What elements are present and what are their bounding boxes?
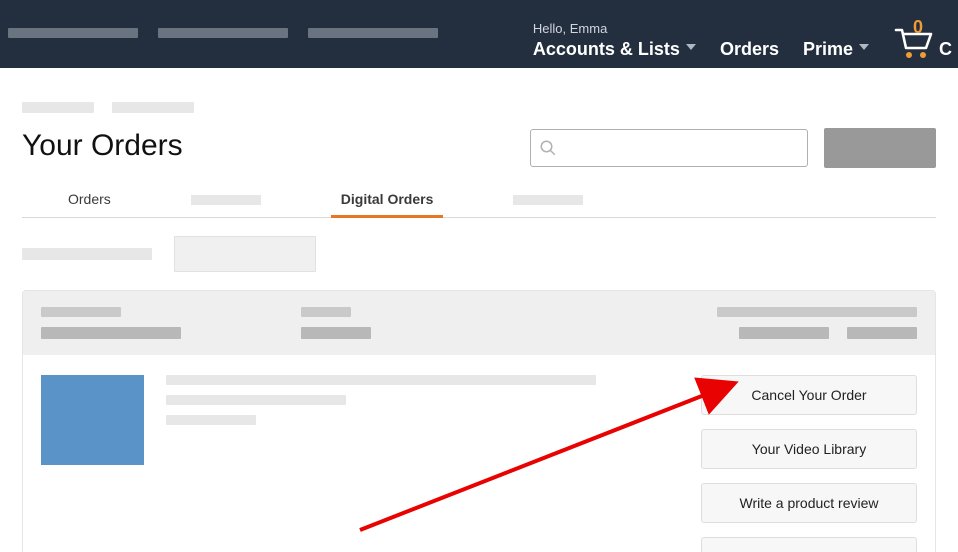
chevron-down-icon	[686, 44, 696, 50]
nav-accounts-label: Accounts & Lists	[533, 38, 680, 61]
orders-search-button[interactable]	[824, 128, 936, 168]
tab-placeholder[interactable]	[187, 183, 265, 217]
cart-label: C	[939, 39, 952, 60]
archive-order-button[interactable]: Archive order	[701, 537, 917, 552]
page-title: Your Orders	[22, 129, 183, 163]
tab-digital-orders[interactable]: Digital Orders	[337, 183, 438, 217]
filter-row	[22, 236, 936, 272]
order-card-body: Cancel Your Order Your Video Library Wri…	[23, 355, 935, 552]
nav-cart[interactable]: 0 C	[893, 24, 958, 60]
write-review-button[interactable]: Write a product review	[701, 483, 917, 523]
tab-placeholder[interactable]	[509, 183, 587, 217]
filter-dropdown[interactable]	[174, 236, 316, 272]
video-library-button[interactable]: Your Video Library	[701, 429, 917, 469]
nav-greeting: Hello, Emma	[533, 21, 696, 37]
nav-accounts-lists[interactable]: Hello, Emma Accounts & Lists	[533, 21, 696, 60]
nav-prime-label: Prime	[803, 38, 853, 61]
order-actions: Cancel Your Order Your Video Library Wri…	[701, 375, 917, 552]
order-header-col	[301, 307, 371, 339]
breadcrumb-placeholder	[112, 102, 194, 113]
top-navbar: Hello, Emma Accounts & Lists Orders Prim…	[0, 0, 958, 68]
product-info	[166, 375, 679, 552]
nav-placeholder	[8, 28, 138, 38]
nav-prime[interactable]: Prime	[803, 38, 869, 61]
nav-orders[interactable]: Orders	[720, 38, 779, 61]
chevron-down-icon	[859, 44, 869, 50]
cancel-order-button[interactable]: Cancel Your Order	[701, 375, 917, 415]
nav-placeholder	[308, 28, 438, 38]
nav-orders-label: Orders	[720, 38, 779, 61]
order-header-col	[717, 307, 917, 339]
order-card: Cancel Your Order Your Video Library Wri…	[22, 290, 936, 552]
order-tabs: Orders Digital Orders	[22, 183, 936, 218]
order-header-col	[41, 307, 181, 339]
order-card-header	[23, 291, 935, 355]
breadcrumb	[22, 102, 936, 113]
nav-placeholder	[158, 28, 288, 38]
breadcrumb-placeholder	[22, 102, 94, 113]
tab-orders[interactable]: Orders	[64, 183, 115, 217]
search-icon	[539, 139, 557, 157]
filter-placeholder	[22, 248, 152, 260]
product-thumbnail[interactable]	[41, 375, 144, 465]
orders-search-input[interactable]	[530, 129, 808, 167]
page-content: Your Orders Orders Digital Orders	[0, 68, 958, 552]
